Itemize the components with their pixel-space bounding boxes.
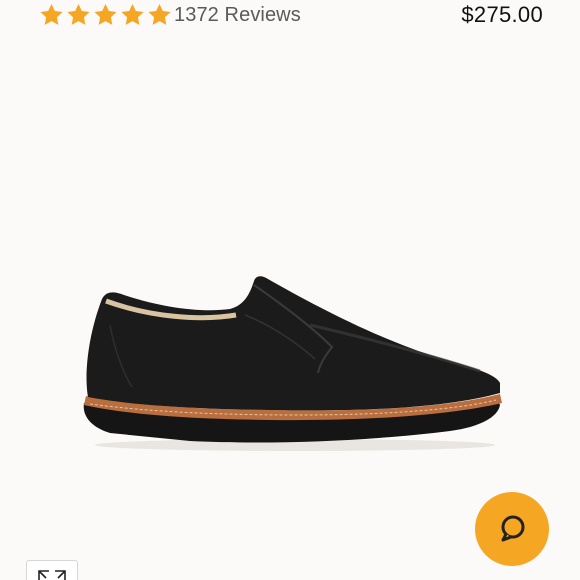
star-icon — [40, 3, 63, 25]
star-rating — [38, 2, 173, 28]
rating-summary[interactable]: 1372 Reviews — [38, 0, 301, 30]
chat-button[interactable] — [475, 492, 549, 566]
product-image[interactable] — [70, 255, 520, 455]
star-icon — [94, 3, 117, 25]
reviews-link[interactable]: 1372 Reviews — [174, 0, 301, 30]
chat-bubble-icon — [501, 515, 525, 542]
expand-icon — [38, 570, 66, 580]
product-price: $275.00 — [461, 2, 543, 27]
star-icon — [67, 3, 90, 25]
shoe-upper — [86, 276, 500, 411]
product-page: 1372 Reviews $275.00 — [0, 0, 580, 580]
star-icon — [148, 3, 171, 25]
expand-image-button[interactable] — [26, 560, 78, 580]
star-icon — [121, 3, 144, 25]
